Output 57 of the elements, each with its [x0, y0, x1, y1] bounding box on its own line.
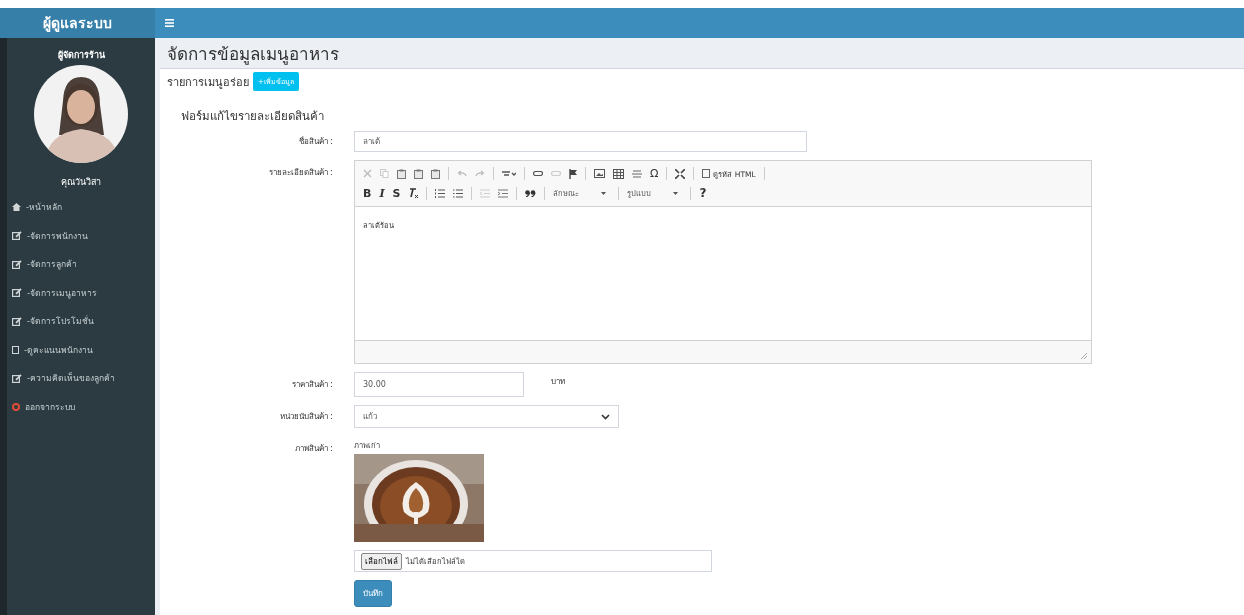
name-field[interactable]: ลาเต้: [354, 131, 807, 152]
user-role: ผู้จัดการร้าน: [56, 49, 106, 62]
edit-icon: [12, 288, 22, 298]
help-button[interactable]: ?: [699, 186, 707, 201]
field-label: ภาพสินค้า :: [293, 443, 334, 455]
sidebar-item[interactable]: -หน้าหลัก: [7, 193, 155, 222]
field-label: หน่วยนับสินค้า :: [278, 411, 334, 423]
field-label: ราคาสินค้า :: [290, 379, 334, 391]
edit-icon: [12, 373, 22, 383]
caret-icon: [601, 191, 607, 195]
paste-icon[interactable]: [414, 168, 423, 179]
circle-icon: [12, 402, 20, 411]
edit-icon: [12, 316, 22, 326]
list-label: รายการเมนูอร่อย: [167, 74, 249, 91]
sidebar-item[interactable]: -จัดการโปรโมชั่น: [7, 307, 155, 336]
sidebar-item[interactable]: -จัดการลูกค้า: [7, 250, 155, 279]
choose-file-button[interactable]: เลือกไฟล์: [361, 552, 402, 570]
strikethrough-button[interactable]: S: [392, 186, 401, 200]
caret-icon: [673, 191, 679, 195]
sidebar-item[interactable]: -จัดการพนักงาน: [7, 221, 155, 250]
numbered-list-icon[interactable]: [435, 188, 446, 198]
italic-button[interactable]: I: [379, 186, 385, 200]
field-label: ชื่อสินค้า :: [297, 135, 334, 148]
maximize-icon[interactable]: [675, 168, 686, 179]
menu-icon[interactable]: [165, 19, 174, 27]
indent-icon[interactable]: [498, 188, 509, 198]
special-character-button[interactable]: Ω: [650, 167, 659, 181]
resize-handle[interactable]: [1081, 353, 1087, 359]
flag-icon[interactable]: [569, 168, 577, 179]
image-icon[interactable]: [594, 169, 605, 179]
chevron-down-icon: [601, 413, 610, 420]
sidebar-item[interactable]: -จัดการเมนูอาหาร: [7, 278, 155, 307]
save-button[interactable]: บันทึก: [354, 580, 392, 607]
form-title: ฟอร์มแก้ไขรายละเอียดสินค้า: [181, 108, 325, 125]
paste-icon[interactable]: [397, 168, 406, 179]
page-title: จัดการข้อมูลเมนูอาหาร: [166, 42, 340, 67]
table-icon[interactable]: [613, 168, 624, 179]
document-icon: [702, 169, 711, 179]
paste-icon[interactable]: [431, 168, 440, 179]
unit-select[interactable]: แก้ว: [354, 405, 619, 428]
price-field[interactable]: 30.00: [354, 372, 524, 397]
field-label: รายละเอียดสินค้า :: [267, 167, 334, 179]
edit-icon: [12, 231, 22, 241]
currency-label: บาท: [551, 376, 565, 388]
bullet-list-icon[interactable]: [453, 188, 464, 198]
sidebar-item[interactable]: -ดูคะแนนพนักงาน: [7, 335, 155, 364]
quote-icon[interactable]: [525, 189, 537, 197]
home-icon: [12, 203, 21, 212]
clear-format-icon[interactable]: [408, 188, 419, 199]
square-icon: [12, 345, 19, 354]
bold-button[interactable]: B: [363, 186, 372, 200]
user-name: คุณวันวิสา: [60, 176, 102, 189]
edit-icon: [12, 259, 22, 269]
brand-title[interactable]: ผู้ดูแลระบบ: [0, 8, 155, 38]
link-icon[interactable]: [533, 171, 543, 177]
sidebar-item[interactable]: -ความคิดเห็นของลูกค้า: [7, 364, 155, 393]
sidebar-item[interactable]: ออกจากระบบ: [7, 392, 155, 421]
